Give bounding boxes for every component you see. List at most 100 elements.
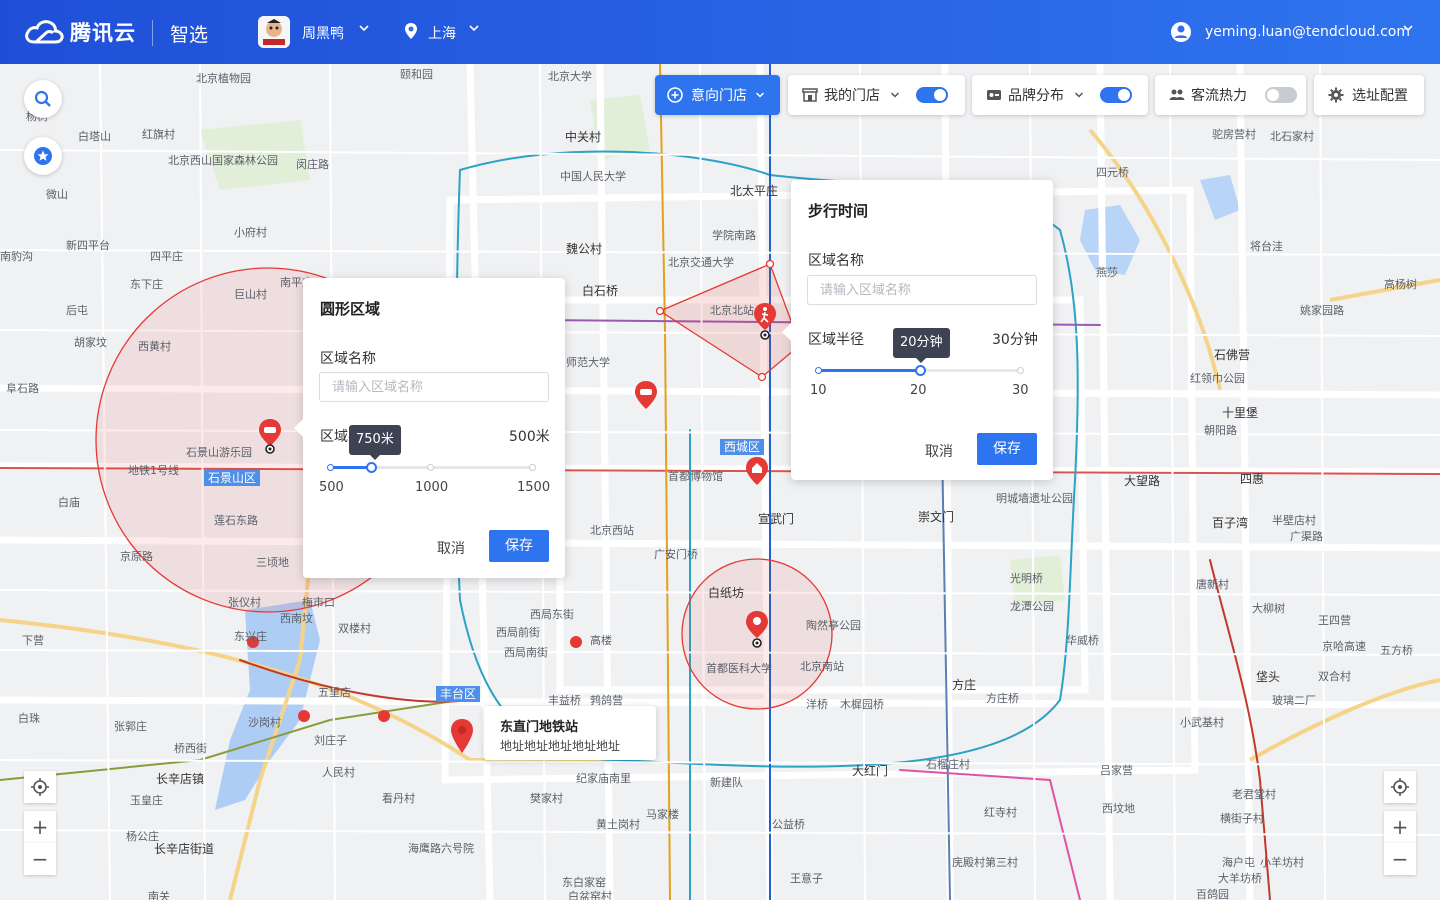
map-label: 闵庄路	[296, 158, 329, 171]
map-label: 四元桥	[1096, 166, 1129, 179]
map-label: 南关	[148, 890, 170, 900]
map-label: 阜石路	[6, 382, 39, 395]
favorites-button[interactable]	[24, 137, 62, 175]
tencent-cloud-logo[interactable]: 腾讯云	[24, 16, 136, 48]
map-label: 京原路	[120, 550, 153, 563]
slider-tick: 20	[910, 383, 927, 398]
intent-store-dropdown[interactable]: 意向门店	[655, 75, 780, 115]
map-label: 师范大学	[566, 356, 610, 369]
map-label: 唐新村	[1196, 578, 1229, 591]
time-slider-fill	[818, 369, 920, 372]
map-label: 北京植物园	[196, 72, 251, 85]
city-selector[interactable]: 上海	[428, 23, 456, 43]
map-label: 刘庄子	[314, 734, 347, 747]
slider-tick: 1000	[415, 480, 449, 495]
map-label: 石佛营	[1214, 348, 1251, 362]
map-label: 方庄	[952, 678, 977, 692]
poi-info-card[interactable]: 东直门地铁站 地址地址地址地址地址	[484, 706, 656, 760]
slider-stop[interactable]	[529, 464, 536, 471]
crosshair-icon	[1391, 778, 1409, 796]
slider-value-tooltip: 20分钟	[893, 328, 950, 363]
map-label: 姚家园路	[1300, 304, 1344, 317]
slider-value-tooltip: 750米	[349, 425, 401, 460]
map-label: 石榴庄村	[926, 758, 970, 771]
slider-stop[interactable]	[427, 464, 434, 471]
map-label: 海鹰路六号院	[408, 842, 474, 855]
cancel-button[interactable]: 取消	[437, 538, 465, 558]
map-label: 西局南街	[504, 646, 548, 659]
gear-icon	[1328, 87, 1344, 103]
map-label: 人民村	[322, 766, 355, 779]
zoom-in-button[interactable]: +	[24, 811, 56, 843]
my-store-control[interactable]: 我的门店	[788, 75, 965, 115]
map-label: 首都博物馆	[668, 470, 723, 483]
zoom-out-button-right[interactable]: −	[1384, 843, 1416, 875]
map-label: 陶然亭公园	[806, 619, 861, 632]
map-label: 双楼村	[338, 622, 371, 635]
map-label: 半壁店村	[1272, 514, 1316, 527]
map-label: 宣武门	[758, 512, 795, 526]
map-label: 大望路	[1124, 474, 1161, 488]
map-label: 新四平台	[66, 239, 110, 252]
user-email[interactable]: yeming.luan@tendcloud.com	[1205, 24, 1410, 40]
user-avatar-icon[interactable]	[1170, 21, 1192, 47]
radius-max-text: 30分钟	[992, 332, 1038, 348]
map-label: 广安门桥	[654, 548, 698, 561]
minus-icon: −	[1391, 847, 1409, 871]
map-label: 北京大学	[548, 70, 592, 83]
area-name-input[interactable]: 请输入区域名称	[807, 275, 1037, 305]
map-label: 高楼	[590, 634, 612, 647]
time-slider-thumb[interactable]	[915, 365, 926, 376]
map-label: 玻璃二厂	[1272, 694, 1316, 707]
map-label: 玉皇庄	[130, 794, 163, 807]
map-label: 五里店	[318, 686, 351, 699]
area-name-label: 区域名称	[320, 351, 376, 367]
zoom-in-button-right[interactable]: +	[1384, 811, 1416, 843]
chevron-down-icon[interactable]	[358, 22, 370, 37]
map-canvas[interactable]: 北京植物园 颐和园 北京大学 中关村 中国人民大学 北太平庄 学院南路 北京交通…	[0, 64, 1440, 900]
zoom-out-button[interactable]: −	[24, 843, 56, 875]
map-label: 庑殿村第三村	[952, 856, 1018, 869]
map-label: 大红门	[852, 764, 889, 778]
cancel-button[interactable]: 取消	[925, 441, 953, 461]
map-label: 南豹沟	[0, 250, 33, 263]
slider-stop[interactable]	[327, 464, 334, 471]
save-button[interactable]: 保存	[977, 433, 1037, 465]
brand-distribution-control[interactable]: 品牌分布	[972, 75, 1148, 115]
slider-stop[interactable]	[1017, 367, 1024, 374]
traffic-heat-control[interactable]: 客流热力	[1155, 75, 1306, 115]
my-store-toggle[interactable]	[916, 87, 948, 103]
locate-button[interactable]	[24, 771, 56, 803]
slider-stop[interactable]	[815, 367, 822, 374]
panel-arrow	[294, 418, 304, 438]
site-config-button[interactable]: 选址配置	[1314, 75, 1424, 115]
chevron-down-icon[interactable]	[1402, 22, 1414, 37]
chevron-down-icon[interactable]	[468, 22, 480, 37]
brand-distribution-toggle[interactable]	[1100, 87, 1132, 103]
map-label: 明城墙遗址公园	[996, 492, 1073, 505]
cloud-logo-icon	[25, 20, 64, 44]
traffic-heat-toggle[interactable]	[1265, 87, 1297, 103]
map-label: 四惠	[1240, 472, 1265, 486]
map-label: 学院南路	[712, 229, 756, 242]
area-name-input[interactable]: 请输入区域名称	[319, 372, 549, 402]
map-label: 双合村	[1318, 670, 1351, 683]
search-button[interactable]	[24, 80, 62, 118]
panel-title: 步行时间	[808, 202, 869, 220]
map-label: 木樨园桥	[840, 698, 884, 711]
map-label: 燕莎	[1096, 266, 1118, 279]
map-label: 老君堂村	[1232, 788, 1276, 801]
map-label: 十里堡	[1222, 406, 1259, 420]
map-label: 红旗村	[142, 128, 175, 141]
radius-slider-thumb[interactable]	[366, 462, 377, 473]
brand-avatar[interactable]	[258, 16, 290, 48]
product-name: 智选	[170, 24, 209, 46]
map-label: 白庙	[58, 496, 80, 509]
locate-button-right[interactable]	[1384, 771, 1416, 803]
save-button[interactable]: 保存	[489, 530, 549, 562]
map-label: 横街子村	[1220, 812, 1264, 825]
traffic-heat-label: 客流热力	[1191, 88, 1247, 104]
chevron-down-icon	[755, 92, 765, 98]
brand-selector[interactable]: 周黑鸭	[302, 23, 344, 43]
map-label: 红领巾公园	[1190, 372, 1245, 385]
